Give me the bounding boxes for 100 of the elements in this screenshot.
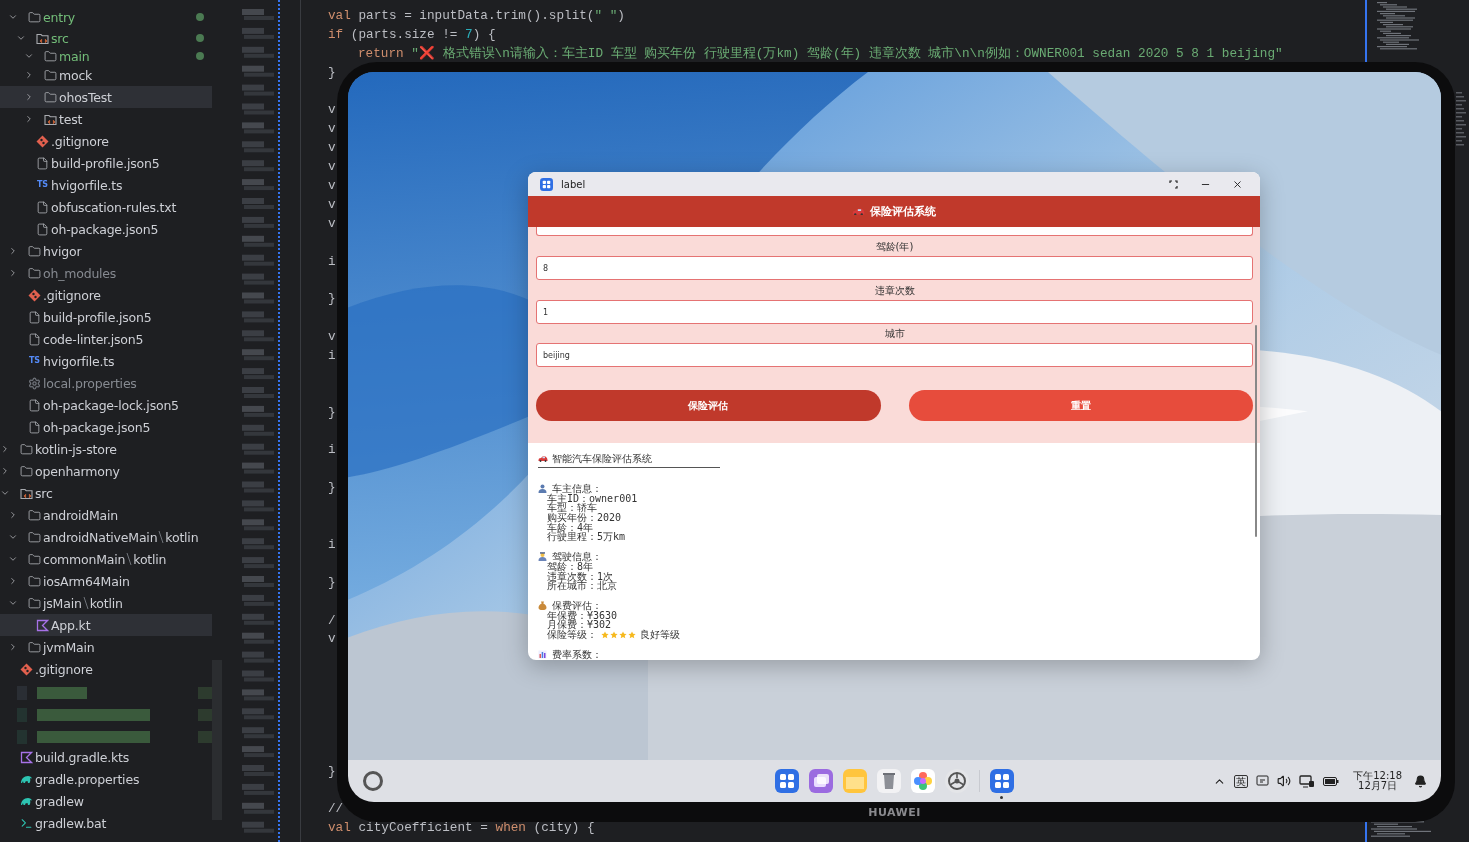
- assess-button[interactable]: 保险评估: [536, 390, 881, 421]
- tree-item-label: androidNativeMain: [43, 529, 158, 545]
- scrollbar-thumb[interactable]: [212, 660, 222, 820]
- chevron-right-icon[interactable]: [8, 575, 18, 587]
- clock-time[interactable]: 下午12:18: [1353, 771, 1402, 781]
- tree-item[interactable]: code-linter.json5: [0, 328, 212, 350]
- app-grid-icon[interactable]: [990, 769, 1014, 793]
- restore-icon[interactable]: [1168, 179, 1178, 189]
- tree-item[interactable]: oh_modules: [0, 262, 212, 284]
- tree-item[interactable]: hvigor: [0, 240, 212, 262]
- tree-item-label: openharmony: [35, 463, 120, 479]
- input-method-indicator[interactable]: 英: [1234, 774, 1249, 788]
- monitor-icon[interactable]: [1299, 774, 1316, 788]
- rating-note: 良好等级: [640, 629, 680, 640]
- folder-icon: [28, 552, 41, 566]
- flower-icon[interactable]: [911, 769, 935, 793]
- tree-item-label: test: [59, 111, 83, 127]
- tree-item-label: mock: [59, 67, 93, 83]
- tree-item[interactable]: gradlew: [0, 790, 212, 812]
- windows-icon[interactable]: [809, 769, 833, 793]
- clock-date[interactable]: 12月7日: [1358, 781, 1398, 791]
- tree-item[interactable]: build-profile.json5: [0, 152, 212, 174]
- app-icon[interactable]: [540, 177, 553, 191]
- tree-item[interactable]: oh-package.json5: [0, 218, 212, 240]
- person-icon: [538, 552, 547, 562]
- tree-item[interactable]: kotlin-js-store: [0, 438, 212, 460]
- tree-item[interactable]: openharmony: [0, 460, 212, 482]
- chevron-right-icon[interactable]: [24, 69, 34, 81]
- tree-item[interactable]: oh-package-lock.json5: [0, 394, 212, 416]
- settings-icon[interactable]: [945, 769, 969, 793]
- tree-item[interactable]: App.kt: [0, 614, 212, 636]
- tree-item[interactable]: .gitignore: [0, 658, 212, 680]
- tree-item-label: kotlin: [165, 529, 199, 545]
- tree-item[interactable]: androidNativeMain kotlin: [0, 526, 212, 548]
- screen-icon[interactable]: [1256, 775, 1270, 787]
- tree-item[interactable]: ohosTest: [0, 86, 212, 108]
- scrollbar-thumb[interactable]: [1255, 325, 1257, 537]
- tree-item[interactable]: TS hvigorfile.ts: [0, 350, 212, 372]
- reset-button[interactable]: 重置: [908, 390, 1253, 421]
- tree-item[interactable]: build-profile.json5: [0, 306, 212, 328]
- input-field[interactable]: 1: [536, 300, 1253, 324]
- tree-item[interactable]: .gitignore: [0, 130, 212, 152]
- close-icon[interactable]: [1231, 178, 1243, 190]
- battery-icon[interactable]: [1323, 776, 1340, 786]
- tree-item-label: kotlin-js-store: [35, 441, 117, 457]
- folder-icon: [28, 10, 41, 24]
- input-field[interactable]: beijing: [536, 343, 1253, 367]
- chevron-right-icon[interactable]: [8, 245, 18, 257]
- input-field[interactable]: [536, 227, 1253, 236]
- home-icon[interactable]: [362, 770, 384, 792]
- tree-item[interactable]: mock: [0, 64, 212, 86]
- code-line: }: [328, 574, 336, 590]
- chevron-right-icon[interactable]: [0, 443, 10, 455]
- git-icon: [36, 134, 49, 148]
- tree-item[interactable]: build.gradle.kts: [0, 746, 212, 768]
- input-field[interactable]: 8: [536, 256, 1253, 280]
- tree-item[interactable]: .gitignore: [0, 284, 212, 306]
- tree-item[interactable]: jvmMain: [0, 636, 212, 658]
- folder-icon: [28, 574, 41, 588]
- trash-icon[interactable]: [877, 769, 901, 793]
- chevron-right-icon[interactable]: [24, 91, 34, 103]
- elephant-icon: [20, 773, 33, 785]
- chevron-right-icon[interactable]: [0, 465, 10, 477]
- path-separator-icon: [82, 596, 89, 610]
- tree-item-label: gradlew.bat: [35, 815, 107, 831]
- chevron-right-icon[interactable]: [8, 509, 18, 521]
- result-line: 车主ID：owner001: [547, 493, 638, 504]
- tree-item[interactable]: commonMain kotlin: [0, 548, 212, 570]
- app-grid-icon[interactable]: [775, 769, 799, 793]
- result-line: 月保费：¥302: [547, 620, 612, 630]
- tree-item-label: code-linter.json5: [43, 331, 144, 347]
- tree-item[interactable]: test: [0, 108, 212, 130]
- tree-item[interactable]: iosArm64Main: [0, 570, 212, 592]
- tree-item[interactable]: obfuscation-rules.txt: [0, 196, 212, 218]
- tree-item[interactable]: androidMain: [0, 504, 212, 526]
- chevron-right-icon[interactable]: [24, 113, 34, 125]
- folder-icon: [28, 596, 41, 610]
- tree-item[interactable]: entry: [0, 6, 212, 28]
- code-line: }: [328, 480, 336, 496]
- code-line: //: [328, 801, 344, 817]
- chevron-right-icon[interactable]: [8, 641, 18, 653]
- tree-item-label: gradle.properties: [35, 771, 140, 787]
- notification-icon[interactable]: [1414, 774, 1427, 788]
- folder-icon: [44, 68, 57, 82]
- tree-item[interactable]: src: [0, 482, 212, 504]
- settings-icon: [28, 376, 41, 390]
- tree-item[interactable]: src: [0, 28, 212, 48]
- tree-item[interactable]: local.properties: [0, 372, 212, 394]
- tree-item[interactable]: main: [0, 48, 212, 64]
- tree-item[interactable]: oh-package.json5: [0, 416, 212, 438]
- code-line: if (parts.size != 7) {: [328, 26, 496, 42]
- volume-icon[interactable]: [1277, 774, 1292, 788]
- tree-item-label: iosArm64Main: [43, 573, 130, 589]
- tree-item[interactable]: gradlew.bat: [0, 812, 212, 834]
- folder-icon: [28, 244, 41, 258]
- chevron-right-icon[interactable]: [8, 267, 18, 279]
- tree-item[interactable]: jsMain kotlin: [0, 592, 212, 614]
- result-line: 车型：轿车: [547, 503, 597, 514]
- tree-item[interactable]: TS hvigorfile.ts: [0, 174, 212, 196]
- tree-item[interactable]: gradle.properties: [0, 768, 212, 790]
